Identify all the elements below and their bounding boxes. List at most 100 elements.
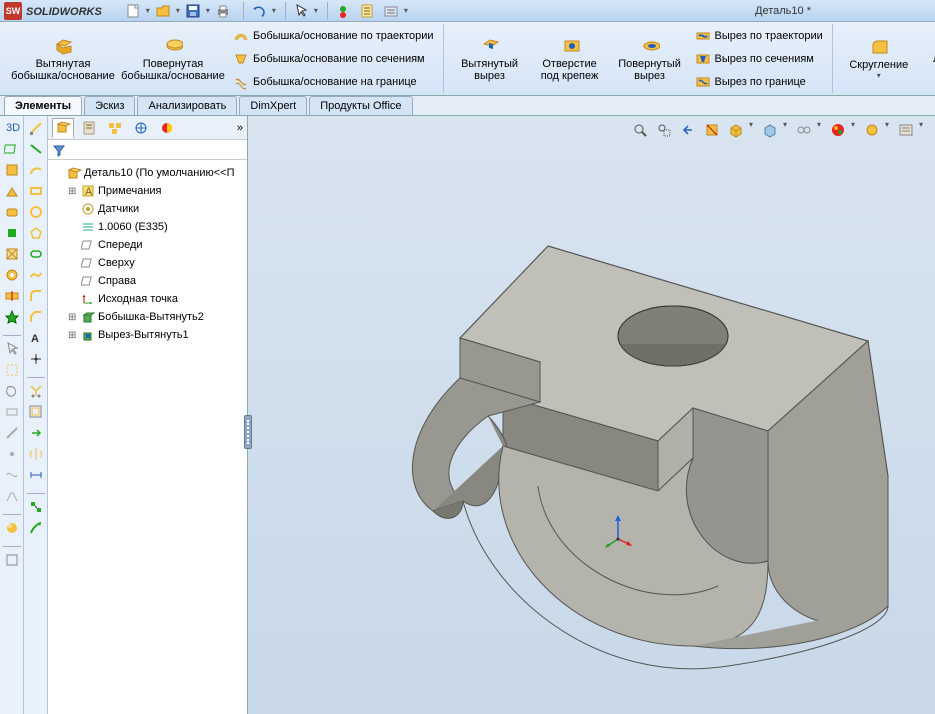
boundary-boss-button[interactable]: Бобышка/основание на границе [228, 71, 439, 93]
view-curves-icon[interactable] [2, 223, 22, 243]
select-button[interactable] [290, 1, 312, 21]
box-select-icon[interactable] [2, 360, 22, 380]
tree-plane-top[interactable]: Сверху [50, 254, 245, 272]
convert-tool-icon[interactable] [26, 423, 46, 443]
extrude-cut-button[interactable]: Вытянутый вырез [450, 24, 530, 93]
tree-root[interactable]: Деталь10 (По умолчанию<<П [50, 164, 245, 182]
boundary-cut-button[interactable]: Вырез по границе [690, 71, 828, 93]
zoom-fit-icon[interactable] [2, 550, 22, 570]
tree-plane-front[interactable]: Спереди [50, 236, 245, 254]
offset-tool-icon[interactable] [26, 402, 46, 422]
dimension-tool-icon[interactable] [26, 465, 46, 485]
undo-button[interactable] [248, 1, 270, 21]
appearances-icon[interactable] [2, 518, 22, 538]
save-button[interactable] [182, 1, 204, 21]
tab-sketch[interactable]: Эскиз [84, 96, 135, 115]
fillet-button[interactable]: Скругление▾ [839, 24, 919, 93]
left-toolbar-views: 3D [0, 116, 24, 714]
tab-dimxpert[interactable]: DimXpert [239, 96, 307, 115]
section-view-icon[interactable] [701, 120, 723, 140]
line-tool-icon[interactable] [26, 139, 46, 159]
spline-tool-icon[interactable] [26, 265, 46, 285]
quick-access-toolbar: ▾ ▾ ▾ ▾ ▾ ▾ [122, 1, 408, 21]
arc-tool-icon[interactable] [26, 160, 46, 180]
filter-icon [52, 143, 66, 157]
dimxpert-manager-tab[interactable] [130, 118, 152, 138]
view-partinglines-icon[interactable] [2, 286, 22, 306]
panel-splitter-handle[interactable] [244, 415, 252, 449]
loft-boss-button[interactable]: Бобышка/основание по сечениям [228, 48, 439, 70]
view-lights-icon[interactable] [2, 307, 22, 327]
polygon-tool-icon[interactable] [26, 223, 46, 243]
tree-plane-right[interactable]: Справа [50, 272, 245, 290]
hole-wizard-button[interactable]: Отверстие под крепеж [530, 24, 610, 93]
relations-tool-icon[interactable] [26, 497, 46, 517]
filter-sketch-icon[interactable] [2, 465, 22, 485]
filter-faces-icon[interactable] [2, 402, 22, 422]
display-manager-tab[interactable] [156, 118, 178, 138]
zoom-area-icon[interactable] [653, 120, 675, 140]
view-settings-icon[interactable] [895, 120, 917, 140]
command-tabs: Элементы Эскиз Анализировать DimXpert Пр… [0, 96, 935, 116]
tree-cut-extrude[interactable]: ⊞Вырез-Вытянуть1 [50, 326, 245, 344]
tree-annotations[interactable]: ⊞AПримечания [50, 182, 245, 200]
mirror-tool-icon[interactable] [26, 444, 46, 464]
sketch-tool-icon[interactable] [26, 118, 46, 138]
file-properties-button[interactable] [356, 1, 378, 21]
tree-sensors[interactable]: Датчики [50, 200, 245, 218]
view-orientation-icon[interactable] [725, 120, 747, 140]
filter-edges-icon[interactable] [2, 423, 22, 443]
sweep-boss-button[interactable]: Бобышка/основание по траектории [228, 25, 439, 47]
view-planes-icon[interactable] [2, 139, 22, 159]
tree-material[interactable]: 1.0060 (E335) [50, 218, 245, 236]
trim-tool-icon[interactable] [26, 381, 46, 401]
point-tool-icon[interactable] [26, 349, 46, 369]
view-origin-icon[interactable] [2, 181, 22, 201]
circle-tool-icon[interactable] [26, 202, 46, 222]
graphics-area[interactable]: ▾ ▾ ▾ ▾ ▾ ▾ [248, 116, 935, 714]
options-button[interactable] [380, 1, 402, 21]
feature-manager-tab[interactable] [52, 118, 74, 138]
view-coord-icon[interactable] [2, 202, 22, 222]
sweep-cut-button[interactable]: Вырез по траектории [690, 25, 828, 47]
loft-cut-button[interactable]: Вырез по сечениям [690, 48, 828, 70]
filter-annos-icon[interactable] [2, 486, 22, 506]
feature-filter-input[interactable] [52, 144, 243, 156]
apply-scene-icon[interactable] [861, 120, 883, 140]
model-view [288, 146, 928, 706]
extrude-boss-button[interactable]: Вытянутая бобышка/основание [8, 24, 118, 93]
tree-origin[interactable]: Исходная точка [50, 290, 245, 308]
print-button[interactable] [212, 1, 234, 21]
open-button[interactable] [152, 1, 174, 21]
hide-show-icon[interactable] [793, 120, 815, 140]
rebuild-button[interactable] [332, 1, 354, 21]
edit-appearance-icon[interactable] [827, 120, 849, 140]
revolve-cut-button[interactable]: Повернутый вырез [610, 24, 690, 93]
fillet-sketch-icon[interactable] [26, 286, 46, 306]
panel-expand-icon[interactable]: » [237, 122, 243, 134]
view-3d-icon[interactable]: 3D [2, 118, 22, 138]
property-manager-tab[interactable] [78, 118, 100, 138]
move-tool-icon[interactable] [26, 518, 46, 538]
new-button[interactable] [122, 1, 144, 21]
text-tool-icon[interactable]: A [26, 328, 46, 348]
configuration-manager-tab[interactable] [104, 118, 126, 138]
select-tool-icon[interactable] [2, 339, 22, 359]
tab-features[interactable]: Элементы [4, 96, 82, 115]
view-surfaces-icon[interactable] [2, 265, 22, 285]
linear-pattern-button[interactable]: Линейный массив▾ [919, 24, 935, 93]
revolve-boss-button[interactable]: Повернутая бобышка/основание [118, 24, 228, 93]
tab-evaluate[interactable]: Анализировать [137, 96, 237, 115]
rect-tool-icon[interactable] [26, 181, 46, 201]
slot-tool-icon[interactable] [26, 244, 46, 264]
tree-boss-extrude[interactable]: ⊞Бобышка-Вытянуть2 [50, 308, 245, 326]
view-axes-icon[interactable] [2, 160, 22, 180]
zoom-to-fit-icon[interactable] [629, 120, 651, 140]
lasso-select-icon[interactable] [2, 381, 22, 401]
filter-vertices-icon[interactable] [2, 444, 22, 464]
tab-office[interactable]: Продукты Office [309, 96, 412, 115]
display-style-icon[interactable] [759, 120, 781, 140]
view-sketches-icon[interactable] [2, 244, 22, 264]
previous-view-icon[interactable] [677, 120, 699, 140]
chamfer-sketch-icon[interactable] [26, 307, 46, 327]
